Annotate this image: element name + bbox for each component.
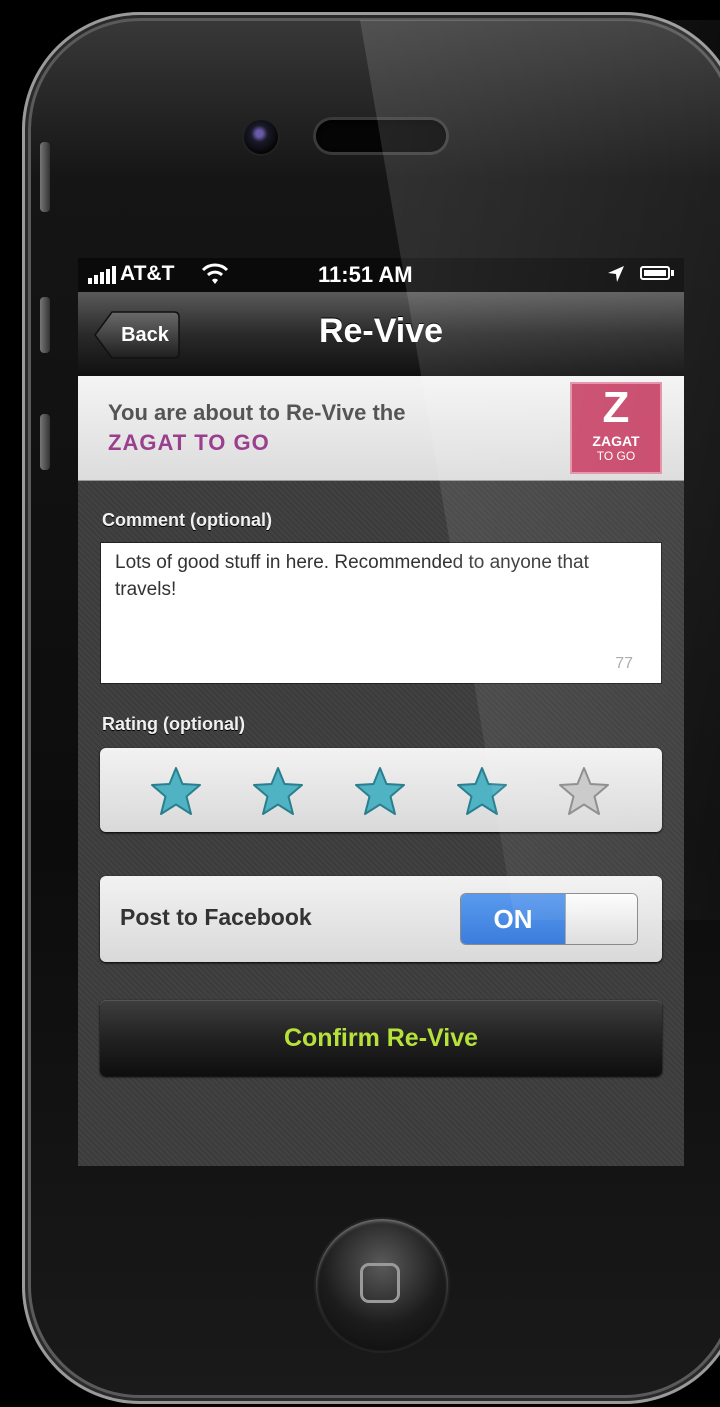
- app-screen: AT&T 11:51 AM Back Re-Vive You are about…: [78, 258, 684, 1166]
- facebook-row: Post to Facebook ON: [100, 876, 662, 962]
- star-filled-icon[interactable]: [252, 766, 304, 816]
- rating-label: Rating (optional): [102, 714, 245, 734]
- volume-up-button: [40, 297, 50, 353]
- comment-label: Comment (optional): [102, 510, 272, 530]
- comment-text: Lots of good stuff in here. Recommended …: [115, 552, 589, 600]
- battery-icon: [640, 266, 674, 280]
- earpiece-speaker: [316, 120, 446, 152]
- page-title: Re-Vive: [318, 312, 444, 350]
- zagat-logo-word: ZAGAT: [592, 433, 640, 449]
- comment-textarea[interactable]: Lots of good stuff in here. Recommended …: [100, 542, 662, 684]
- zagat-logo-sub: TO GO: [596, 449, 636, 463]
- status-time: 11:51 AM: [318, 262, 413, 287]
- carrier-name: AT&T: [120, 262, 175, 285]
- wifi-icon: [201, 263, 229, 284]
- toggle-on-label: ON: [461, 894, 565, 944]
- star-filled-icon[interactable]: [150, 766, 202, 816]
- banner-intro-text: You are about to Re-Vive the: [108, 400, 406, 425]
- zagat-logo-letter: Z: [602, 383, 630, 432]
- navigation-bar: Back Re-Vive: [78, 292, 684, 377]
- status-bar: AT&T 11:51 AM: [78, 258, 684, 292]
- front-camera: [244, 120, 278, 154]
- zagat-logo: Z ZAGAT TO GO: [570, 382, 662, 474]
- revive-banner: You are about to Re-Vive the ZAGAT TO GO…: [78, 376, 684, 481]
- facebook-label: Post to Facebook: [120, 904, 312, 930]
- volume-down-button: [40, 414, 50, 470]
- confirm-revive-button[interactable]: Confirm Re-Vive: [100, 1000, 662, 1076]
- character-count: 77: [615, 655, 633, 672]
- home-button[interactable]: [316, 1219, 448, 1351]
- mute-switch: [40, 142, 50, 212]
- signal-bars-icon: [88, 264, 116, 284]
- toggle-knob: [565, 894, 637, 944]
- star-rating: [100, 748, 662, 832]
- facebook-toggle[interactable]: ON: [460, 893, 638, 945]
- home-square-icon: [360, 1263, 400, 1303]
- location-arrow-icon: [608, 266, 624, 282]
- star-filled-icon[interactable]: [354, 766, 406, 816]
- star-empty-icon[interactable]: [558, 766, 610, 816]
- star-filled-icon[interactable]: [456, 766, 508, 816]
- banner-product-name: ZAGAT TO GO: [108, 430, 270, 455]
